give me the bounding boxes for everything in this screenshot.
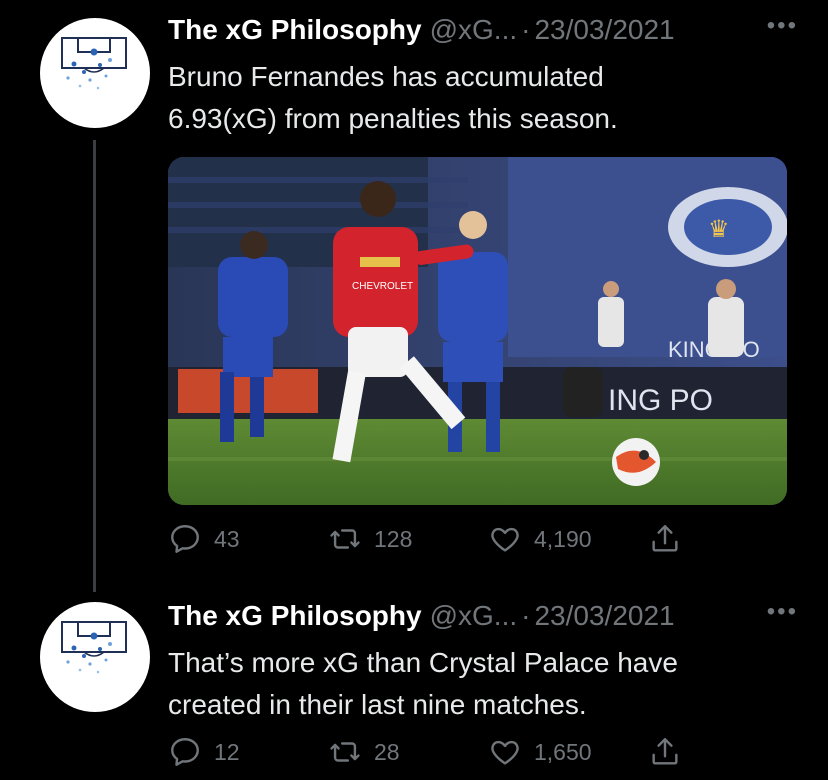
share-button[interactable]: [648, 522, 682, 556]
reply-count: 12: [214, 738, 240, 765]
handle[interactable]: @xG...: [430, 14, 518, 46]
like-count: 1,650: [534, 738, 592, 765]
pitch-logo-icon: [61, 37, 127, 90]
shirt-text: CHEVROLET: [352, 281, 413, 292]
share-icon: [652, 525, 678, 552]
avatar[interactable]: [40, 18, 150, 128]
share-icon: [652, 738, 678, 765]
tweet-actions: 43 128 4,190: [168, 522, 688, 562]
reply-icon: [171, 738, 199, 766]
reply-icon: [171, 525, 199, 553]
retweet-button[interactable]: 128: [328, 522, 412, 556]
like-icon: [491, 527, 519, 552]
tweet-text: That’s more xG than Crystal Palace have …: [168, 642, 788, 726]
more-options-icon[interactable]: •••: [767, 12, 798, 40]
share-button[interactable]: [648, 735, 682, 769]
retweet-count: 128: [374, 525, 413, 552]
handle[interactable]: @xG...: [430, 600, 518, 632]
tweet-2[interactable]: The xG Philosophy @xG... · 23/03/2021 ••…: [0, 590, 828, 780]
retweet-count: 28: [374, 738, 400, 765]
reply-count: 43: [214, 525, 240, 552]
more-options-icon[interactable]: •••: [767, 598, 798, 626]
tweet-text-line: 6.93(xG) from penalties this season.: [168, 103, 618, 134]
avatar[interactable]: [40, 602, 150, 712]
board-text: ING PO: [608, 384, 713, 417]
tweet-photo[interactable]: ♛ ING PO KING PO: [168, 157, 787, 505]
retweet-button[interactable]: 28: [328, 735, 400, 769]
tweet-text: Bruno Fernandes has accumulated 6.93(xG)…: [168, 56, 788, 140]
like-button[interactable]: 1,650: [488, 735, 592, 769]
retweet-icon: [330, 742, 360, 762]
separator: ·: [521, 600, 531, 631]
tweet-text-line: created in their last nine matches.: [168, 689, 587, 720]
display-name[interactable]: The xG Philosophy: [168, 14, 422, 46]
separator: ·: [521, 14, 531, 45]
penalty-kick-photo: ♛ ING PO KING PO: [168, 157, 787, 505]
retweet-icon: [330, 529, 360, 549]
svg-text:♛: ♛: [708, 216, 730, 243]
like-button[interactable]: 4,190: [488, 522, 592, 556]
reply-button[interactable]: 43: [168, 522, 240, 556]
display-name[interactable]: The xG Philosophy: [168, 600, 422, 632]
like-count: 4,190: [534, 525, 592, 552]
reply-button[interactable]: 12: [168, 735, 240, 769]
tweet-text-line: That’s more xG than Crystal Palace have: [168, 647, 678, 678]
tweet-text-line: Bruno Fernandes has accumulated: [168, 61, 604, 92]
tweet-date[interactable]: 23/03/2021: [534, 14, 674, 46]
like-icon: [491, 740, 519, 765]
tweet-date[interactable]: 23/03/2021: [534, 600, 674, 632]
tweet-actions: 12 28 1,650: [168, 735, 688, 775]
tweet-1[interactable]: The xG Philosophy @xG... · 23/03/2021 ••…: [0, 0, 828, 580]
pitch-logo-icon: [61, 621, 127, 674]
